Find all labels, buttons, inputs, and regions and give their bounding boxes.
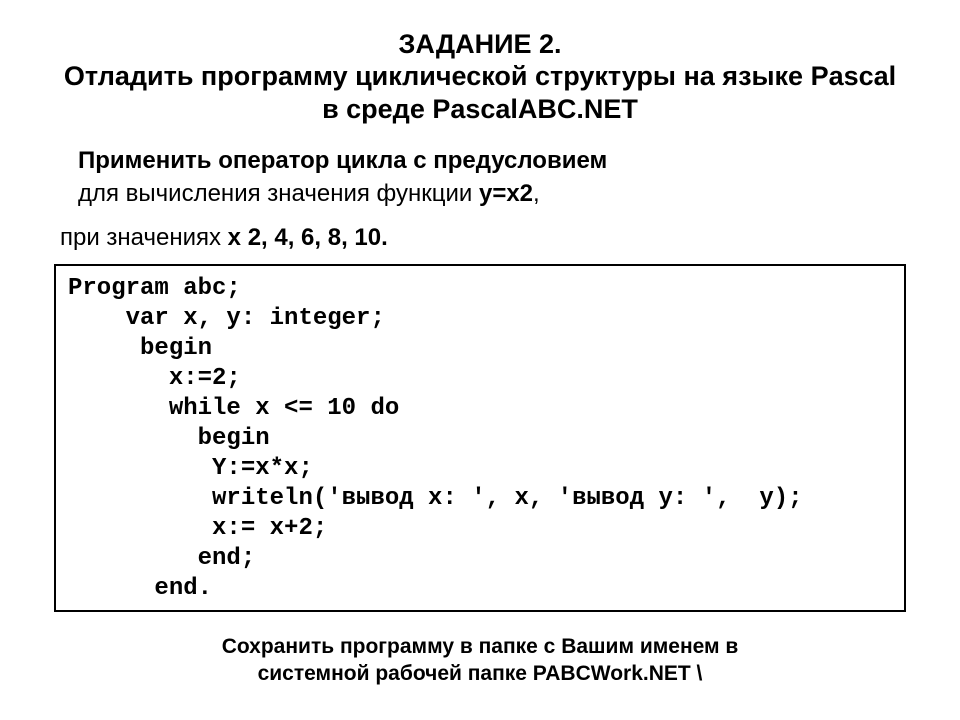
instr-line2b: y=x2	[479, 180, 533, 207]
code-l1: Program abc;	[68, 275, 241, 302]
instr-line2a: для вычисления значения функции	[78, 180, 479, 207]
title-line-1: ЗАДАНИЕ 2.	[398, 29, 561, 59]
code-l10: end;	[68, 545, 255, 572]
instr-line3b: x 2, 4, 6, 8, 10.	[228, 224, 388, 251]
slide-title: ЗАДАНИЕ 2. Отладить программу циклическо…	[60, 28, 900, 125]
code-l6: begin	[68, 425, 270, 452]
instruction-block: Применить оператор цикла с предусловием …	[60, 145, 900, 210]
code-l2: var x, y: integer;	[68, 305, 385, 332]
pascal-code-block: Program abc; var x, y: integer; begin x:…	[54, 264, 906, 612]
code-l5: while x <= 10 do	[68, 395, 399, 422]
instr-line3: при значениях x 2, 4, 6, 8, 10.	[60, 222, 900, 254]
instr-line3a: при значениях	[60, 224, 228, 251]
code-l9: x:= x+2;	[68, 515, 327, 542]
title-line-2: Отладить программу циклической структуры…	[64, 61, 896, 123]
footer-note: Сохранить программу в папке с Вашим имен…	[60, 634, 900, 687]
code-l8: writeln('вывод x: ', x, 'вывод y: ', y);	[68, 485, 803, 512]
code-l3: begin	[68, 335, 212, 362]
instr-line2c: ,	[533, 180, 540, 207]
instr-line1: Применить оператор цикла с предусловием	[78, 147, 607, 174]
footer-line2: системной рабочей папке PABCWork.NET \	[258, 662, 703, 685]
footer-line1: Сохранить программу в папке с Вашим имен…	[222, 635, 739, 658]
code-l11: end.	[68, 575, 212, 602]
code-l4: x:=2;	[68, 365, 241, 392]
code-l7: Y:=x*x;	[68, 455, 313, 482]
